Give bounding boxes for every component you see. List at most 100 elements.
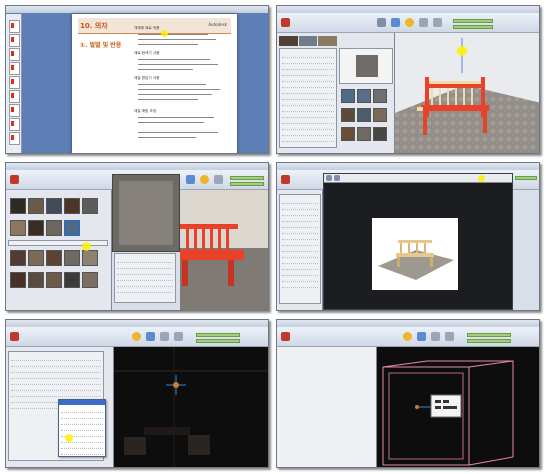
material-thumb[interactable] [28,250,44,266]
bench-closeup [180,190,268,310]
material-thumb[interactable] [10,250,26,266]
material-thumb[interactable] [357,89,371,103]
save-icon[interactable] [326,175,332,181]
page-thumb[interactable] [9,20,20,33]
material-thumb[interactable] [373,108,387,122]
texture-preview [112,174,180,252]
dropdown-list[interactable] [58,399,106,457]
material-thumb[interactable] [357,108,371,122]
material-thumb[interactable] [373,89,387,103]
section-heading: 객체에 재료 적용 [134,26,160,30]
page-thumb[interactable] [9,48,20,61]
progress-bar [467,333,511,337]
progress-bar [515,176,537,180]
page-thumb[interactable] [9,76,20,89]
render-icon[interactable] [391,18,400,27]
camera-icon[interactable] [174,332,183,341]
properties-dropdown-panel [5,319,269,468]
material-thumb[interactable] [10,198,26,214]
material-thumb[interactable] [46,250,62,266]
section-heading: 재질 매핑 조정 [134,109,157,113]
material-thumb[interactable] [357,127,371,141]
text-line [138,69,193,70]
app-menu-icon[interactable] [10,332,19,341]
title-bar [6,163,268,170]
material-thumb[interactable] [28,272,44,288]
sun-icon[interactable] [132,332,141,341]
material-thumb[interactable] [46,198,62,214]
material-thumb[interactable] [341,127,355,141]
page-thumb[interactable] [9,62,20,75]
material-thumb[interactable] [46,220,62,236]
sun-icon[interactable] [200,175,209,184]
render-window[interactable] [323,173,513,310]
material-swatch[interactable] [298,36,318,46]
properties-palette[interactable] [277,347,377,467]
material-thumb[interactable] [10,272,26,288]
lightbulb-icon[interactable] [214,175,223,184]
ribbon-toolbar [6,327,268,347]
material-thumb[interactable] [82,272,98,288]
lightbulb-icon[interactable] [419,18,428,27]
render-icon[interactable] [146,332,155,341]
material-swatch[interactable] [279,36,298,46]
page-thumb[interactable] [9,104,20,117]
app-menu-icon[interactable] [281,18,290,27]
render-icon[interactable] [186,175,195,184]
material-thumb[interactable] [64,198,80,214]
page-thumb[interactable] [9,132,20,145]
material-preview [339,48,393,84]
sun-icon[interactable] [403,332,412,341]
camera-icon[interactable] [445,332,454,341]
material-thumb[interactable] [373,127,387,141]
viewport[interactable] [377,347,539,467]
doc-heading: 10. 의자 [80,22,108,30]
material-thumb[interactable] [64,250,80,266]
material-thumb[interactable] [28,198,44,214]
cursor-highlight [82,242,91,251]
dropdown-item-selected[interactable] [59,400,105,405]
material-thumb[interactable] [341,108,355,122]
page-thumbnails[interactable] [6,14,22,153]
document-page: 10. 의자 Autodesk ①. 벌벌 및 반응 객체에 재료 적용 재료 … [72,14,237,153]
wireframe-scene [382,360,514,466]
text-line [138,59,210,60]
text-line [138,132,218,133]
material-swatch[interactable] [318,36,338,46]
swatch-strip [279,36,338,46]
material-thumb[interactable] [82,250,98,266]
material-swatch-icon[interactable] [377,18,386,27]
rendered-bench [378,240,454,280]
app-menu-icon[interactable] [10,175,19,184]
zoom-icon[interactable] [334,175,340,181]
app-menu-icon[interactable] [281,332,290,341]
properties-palette [6,347,114,467]
search-input[interactable] [8,240,108,246]
cursor-highlight [457,46,467,56]
texture-properties[interactable] [114,253,176,303]
viewport[interactable] [114,347,268,467]
lightbulb-icon[interactable] [160,332,169,341]
property-list[interactable] [279,194,321,304]
material-thumb[interactable] [10,220,26,236]
material-thumb[interactable] [82,198,98,214]
lightbulb-icon[interactable] [431,332,440,341]
viewport[interactable] [395,33,539,153]
material-thumb[interactable] [341,89,355,103]
page-thumb[interactable] [9,90,20,103]
material-thumb[interactable] [64,272,80,288]
viewport[interactable] [180,190,268,310]
property-list[interactable] [279,48,337,148]
text-line [138,94,212,95]
camera-icon[interactable] [433,18,442,27]
render-icon[interactable] [417,332,426,341]
page-thumb[interactable] [9,118,20,131]
app-menu-icon[interactable] [281,175,290,184]
material-thumb[interactable] [28,220,44,236]
progress-bar [230,182,264,186]
page-thumb[interactable] [9,34,20,47]
material-thumb[interactable] [46,272,62,288]
render-window-panel [276,162,540,311]
material-thumb-selected[interactable] [64,220,80,236]
sun-icon[interactable] [405,18,414,27]
